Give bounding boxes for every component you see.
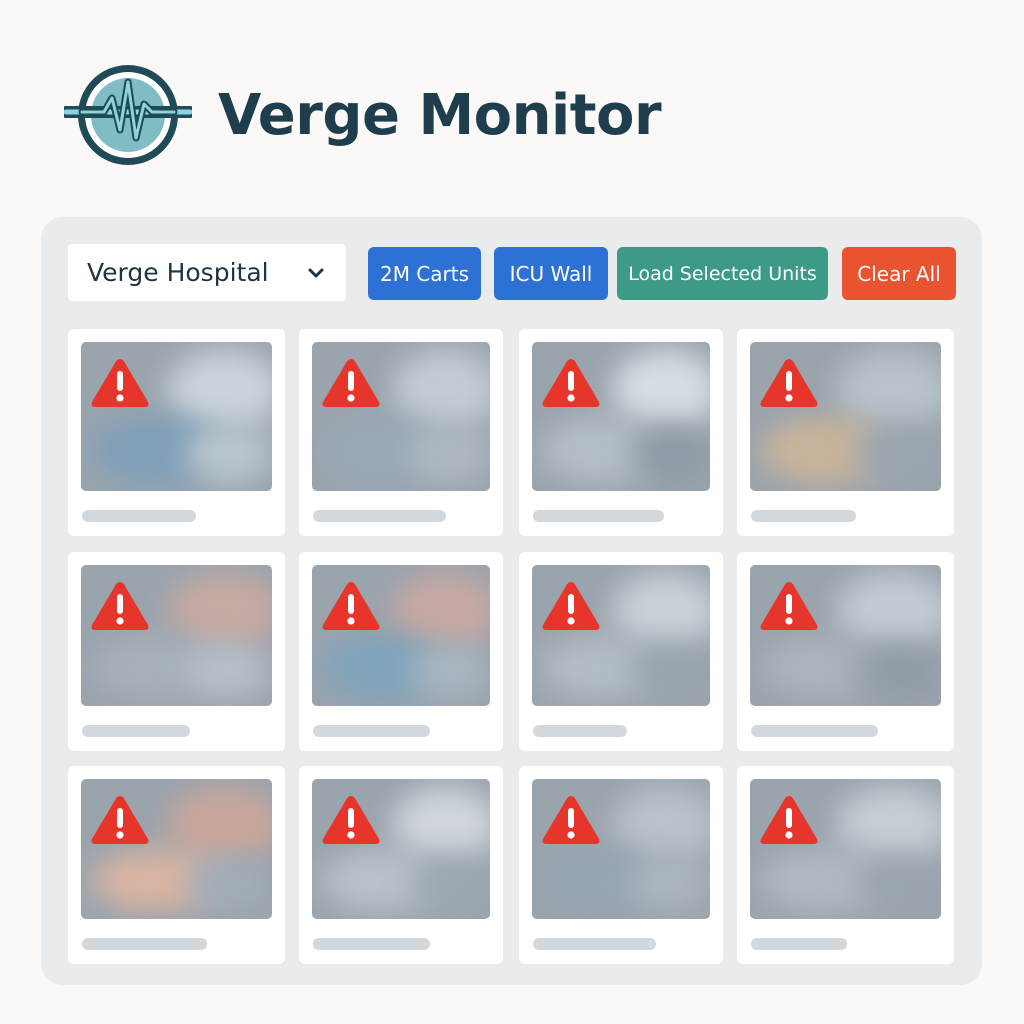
tile-caption-placeholder	[751, 725, 878, 737]
tile-caption-placeholder	[751, 510, 856, 522]
tile-caption-placeholder	[533, 938, 656, 950]
monitor-tile[interactable]	[299, 329, 503, 536]
tile-caption-placeholder	[751, 938, 847, 950]
video-feed-thumbnail	[312, 342, 490, 491]
video-feed-thumbnail	[532, 565, 710, 706]
app-header: Verge Monitor	[64, 58, 662, 173]
monitor-tile[interactable]	[737, 766, 954, 964]
app-title: Verge Monitor	[218, 83, 662, 148]
2m-carts-button[interactable]: 2M Carts	[368, 247, 481, 300]
warning-triangle-icon	[542, 582, 600, 630]
video-feed-thumbnail	[532, 779, 710, 919]
tile-caption-placeholder	[533, 725, 627, 737]
warning-triangle-icon	[91, 359, 149, 407]
warning-triangle-icon	[760, 796, 818, 844]
tile-caption-placeholder	[313, 938, 430, 950]
tile-caption-placeholder	[313, 510, 446, 522]
video-feed-thumbnail	[750, 565, 941, 706]
monitor-tile[interactable]	[299, 552, 503, 751]
warning-triangle-icon	[322, 582, 380, 630]
heartbeat-logo-icon	[64, 65, 192, 165]
monitor-tile[interactable]	[519, 552, 723, 751]
warning-triangle-icon	[322, 796, 380, 844]
monitor-tile[interactable]	[737, 329, 954, 536]
hospital-select[interactable]: Verge Hospital	[68, 244, 346, 301]
load-selected-units-button[interactable]: Load Selected Units	[617, 247, 828, 300]
video-feed-thumbnail	[81, 565, 272, 706]
tile-caption-placeholder	[313, 725, 430, 737]
video-feed-thumbnail	[750, 342, 941, 491]
warning-triangle-icon	[91, 796, 149, 844]
monitor-tile[interactable]	[68, 552, 285, 751]
video-feed-thumbnail	[750, 779, 941, 919]
monitor-tile[interactable]	[299, 766, 503, 964]
monitor-tile[interactable]	[519, 766, 723, 964]
warning-triangle-icon	[760, 582, 818, 630]
video-feed-thumbnail	[312, 779, 490, 919]
video-feed-thumbnail	[81, 779, 272, 919]
tile-caption-placeholder	[82, 510, 196, 522]
tile-caption-placeholder	[82, 938, 207, 950]
monitor-tile[interactable]	[519, 329, 723, 536]
tile-caption-placeholder	[82, 725, 190, 737]
warning-triangle-icon	[542, 359, 600, 407]
monitor-tile[interactable]	[737, 552, 954, 751]
hospital-select-value: Verge Hospital	[87, 258, 269, 287]
video-feed-thumbnail	[81, 342, 272, 491]
video-feed-thumbnail	[312, 565, 490, 706]
chevron-down-icon	[308, 268, 324, 278]
warning-triangle-icon	[542, 796, 600, 844]
clear-all-button[interactable]: Clear All	[842, 247, 956, 300]
warning-triangle-icon	[760, 359, 818, 407]
monitor-panel: Verge Hospital 2M Carts ICU Wall Load Se…	[41, 217, 982, 985]
icu-wall-button[interactable]: ICU Wall	[494, 247, 608, 300]
warning-triangle-icon	[91, 582, 149, 630]
warning-triangle-icon	[322, 359, 380, 407]
tile-caption-placeholder	[533, 510, 664, 522]
monitor-tile[interactable]	[68, 766, 285, 964]
toolbar: Verge Hospital 2M Carts ICU Wall Load Se…	[68, 244, 956, 301]
monitor-tile[interactable]	[68, 329, 285, 536]
video-feed-thumbnail	[532, 342, 710, 491]
